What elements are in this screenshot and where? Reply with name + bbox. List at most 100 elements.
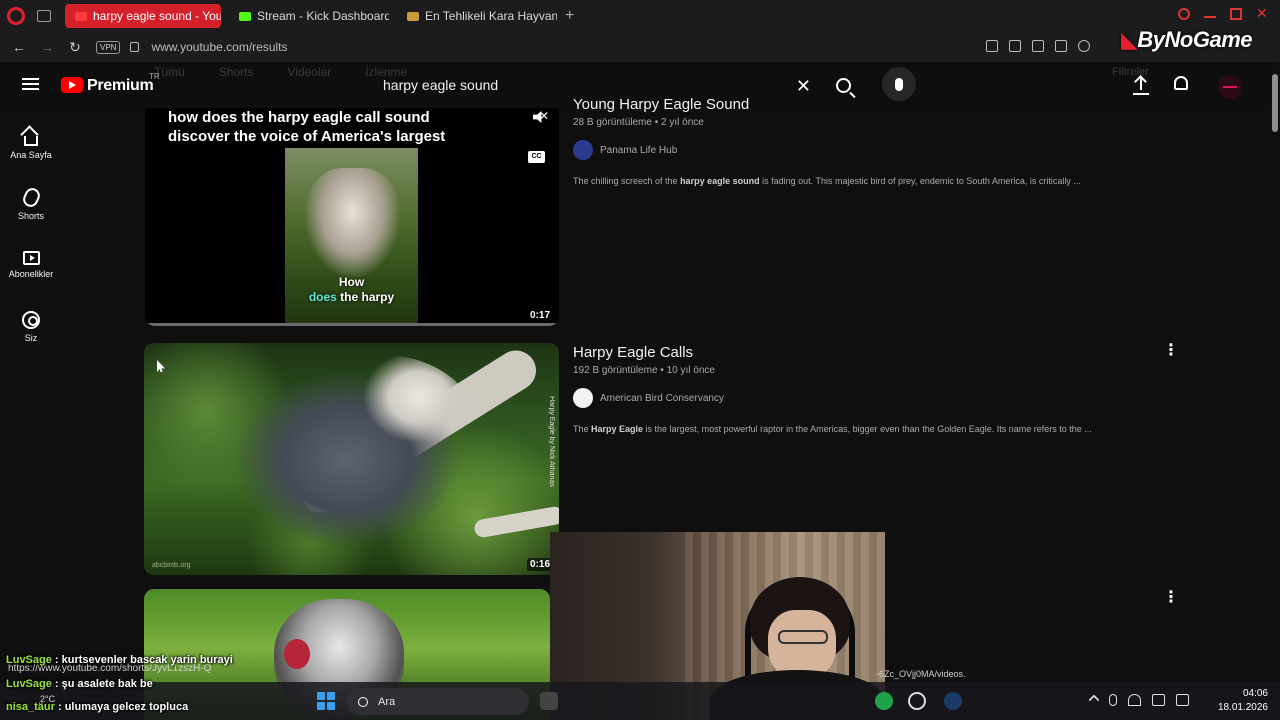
lock-icon[interactable] (130, 42, 140, 52)
tab-youtube[interactable]: harpy eagle sound - YouTu (65, 4, 221, 28)
sidebar-item-subscriptions[interactable]: Abonelikler (0, 248, 62, 279)
tab-animals[interactable]: En Tehlikeli Kara Hayvanı (397, 4, 557, 28)
channel-avatar[interactable] (573, 140, 593, 160)
forward-icon[interactable]: → (38, 39, 56, 55)
minimize-icon[interactable] (1204, 10, 1216, 18)
tray-expand-icon[interactable] (1088, 694, 1100, 706)
you-icon (22, 311, 40, 329)
video-thumbnail[interactable]: how does the harpy eagle call sound disc… (145, 108, 559, 326)
windows-taskbar: 2°C Ara 04:06 18.01.2026 (0, 682, 1280, 720)
more-options-icon[interactable] (1163, 340, 1173, 356)
tab-kick[interactable]: Stream - Kick Dashboard (229, 4, 389, 28)
chat-username: LuvSage (6, 678, 52, 690)
youtube-logo-icon[interactable] (61, 77, 83, 93)
channel-name[interactable]: Panama Life Hub (600, 145, 677, 156)
volume-icon[interactable] (1152, 694, 1165, 706)
chip-videos[interactable]: Videolar (287, 65, 331, 79)
snapshot-icon[interactable] (986, 40, 998, 52)
workspaces-icon[interactable] (37, 10, 51, 22)
desc-text: is fading out. This majestic bird of pre… (759, 176, 1081, 186)
channel-avatar[interactable] (573, 388, 593, 408)
account-avatar[interactable] (1218, 75, 1242, 99)
bynogame-watermark: ◣ByNoGame (1120, 27, 1253, 53)
chat-message: LuvSage : şu asalete bak be (6, 678, 153, 690)
eagle-figure (305, 168, 400, 278)
tab-label: En Tehlikeli Kara Hayvanı (425, 9, 557, 23)
channel-name[interactable]: American Bird Conservancy (600, 393, 724, 404)
more-options-icon[interactable] (1163, 587, 1173, 603)
taskbar-app-icon[interactable] (908, 692, 926, 710)
desc-match: harpy eagle sound (680, 176, 760, 186)
preview-progress-bar[interactable] (145, 323, 559, 326)
wifi-icon[interactable] (1128, 694, 1141, 706)
sidebar-item-home[interactable]: Ana Sayfa (0, 128, 62, 160)
video-title[interactable]: Harpy Eagle Calls (573, 344, 1092, 361)
menu-icon[interactable] (22, 78, 39, 90)
heart-icon[interactable] (1078, 40, 1090, 52)
chip-shorts[interactable]: Shorts (219, 65, 254, 79)
video-thumbnail[interactable]: abcbirds.org Harpy Eagle by Nick Athanas… (144, 343, 559, 575)
windows-logo-icon (327, 692, 335, 700)
reload-icon[interactable]: ↻ (66, 39, 84, 56)
clear-search-icon[interactable]: ✕ (796, 76, 811, 97)
video-description: The chilling screech of the harpy eagle … (573, 176, 1081, 186)
url-field[interactable]: www.youtube.com/results (151, 40, 287, 54)
bynogame-mark-icon: ◣ (1120, 27, 1138, 52)
maximize-icon[interactable] (1230, 8, 1242, 20)
eagle-beak (284, 639, 310, 669)
channel-link[interactable]: American Bird Conservancy (573, 388, 1092, 408)
windows-logo-icon (317, 702, 325, 710)
page-scrollbar[interactable] (1270, 62, 1280, 720)
extension-icon[interactable] (1009, 40, 1021, 52)
video-title[interactable]: Young Harpy Eagle Sound (573, 96, 1081, 113)
desc-text: The (573, 424, 592, 434)
search-tabs-icon[interactable] (1178, 8, 1190, 20)
close-icon[interactable]: ✕ (1256, 6, 1268, 20)
vpn-badge[interactable]: VPN (96, 40, 121, 54)
upload-age: 10 yıl önce (666, 365, 715, 376)
taskbar-app-icon[interactable] (540, 692, 558, 710)
premium-logo-text[interactable]: Premium (87, 77, 154, 95)
back-icon[interactable]: ← (10, 39, 28, 55)
steam-icon[interactable] (944, 692, 962, 710)
create-icon[interactable] (1133, 76, 1149, 94)
notifications-bell-icon[interactable] (1174, 76, 1188, 90)
sidebar-item-you[interactable]: Siz (0, 311, 62, 343)
video-meta: 192 B görüntüleme • 10 yıl önce (573, 365, 715, 376)
caption-rest: the harpy (336, 290, 395, 304)
play-icon[interactable] (1055, 40, 1067, 52)
sidebar-item-label: Siz (24, 333, 38, 343)
sidebar-item-label: Abonelikler (8, 269, 54, 279)
scrollbar-thumb[interactable] (1272, 74, 1278, 132)
new-tab-button[interactable]: + (565, 7, 574, 25)
youtube-favicon-icon (75, 11, 87, 21)
sidebar-item-shorts[interactable]: Shorts (0, 185, 62, 221)
view-count: 192 B görüntüleme (573, 365, 658, 376)
desc-text: The chilling screech of the (573, 176, 681, 186)
shorts-icon (20, 185, 42, 210)
search-icon (835, 77, 851, 93)
caption-line: How (338, 275, 365, 289)
chat-message: nisa_täur : ulumaya gelcez topluca (6, 701, 188, 713)
battery-icon[interactable] (1176, 694, 1189, 706)
bynogame-text: ByNoGame (1137, 27, 1252, 52)
taskbar-clock[interactable]: 04:06 18.01.2026 (1212, 687, 1268, 715)
upload-age: 2 yıl önce (661, 117, 704, 128)
taskbar-search[interactable]: Ara (347, 688, 529, 715)
start-button[interactable] (317, 692, 335, 710)
subscriptions-icon (22, 251, 40, 265)
muted-x-icon: ✕ (538, 109, 549, 123)
eagle-figure (239, 355, 479, 545)
channel-link[interactable]: Panama Life Hub (573, 140, 1081, 160)
chat-separator: : (51, 678, 62, 690)
taskbar-app-icon[interactable] (875, 692, 893, 710)
home-icon (24, 136, 38, 146)
microphone-icon[interactable] (1109, 694, 1117, 706)
opera-logo-icon[interactable] (7, 7, 25, 25)
search-input[interactable]: harpy eagle sound (383, 77, 498, 93)
captions-icon[interactable]: CC (528, 151, 545, 163)
window-controls: ✕ (1178, 6, 1268, 20)
shield-icon[interactable] (1032, 40, 1044, 52)
thumbnail-title-line: how does the harpy eagle call sound (168, 109, 430, 126)
desc-text: is the largest, most powerful raptor in … (643, 424, 1092, 434)
